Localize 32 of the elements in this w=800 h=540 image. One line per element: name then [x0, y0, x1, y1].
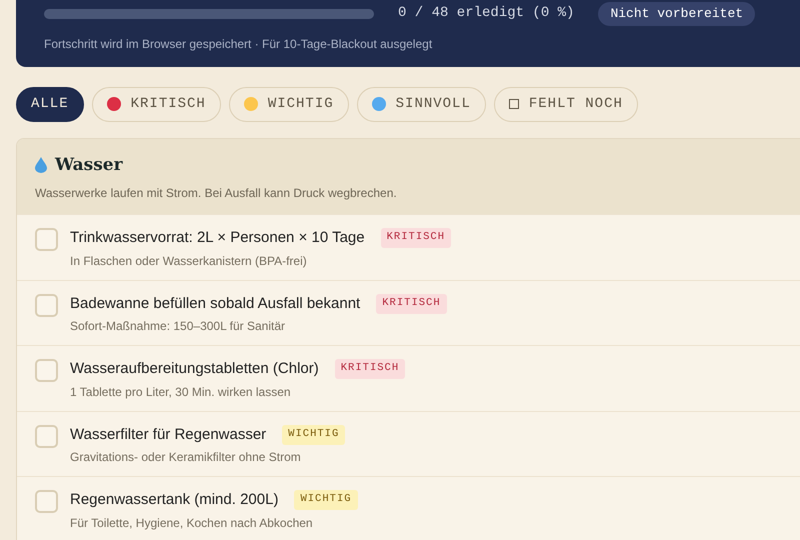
item-hint: Sofort-Maßnahme: 150–300L für Sanitär — [70, 318, 286, 335]
item-title: Regenwassertank (mind. 200L) — [70, 490, 278, 510]
item-title: Wasseraufbereitungstabletten (Chlor) — [70, 359, 319, 379]
priority-tag: KRITISCH — [376, 294, 447, 314]
progress-text: 0 / 48 erledigt (0 %) — [398, 4, 574, 24]
section-description: Wasserwerke laufen mit Strom. Bei Ausfall kann Druck wegbrechen. — [35, 185, 398, 202]
water-drop-icon — [35, 157, 47, 174]
checkbox[interactable] — [35, 490, 58, 513]
priority-tag: WICHTIG — [294, 490, 358, 510]
filter-chip[interactable]: WICHTIG — [228, 86, 349, 122]
checkbox[interactable] — [35, 228, 58, 251]
item-title: Trinkwasservorrat: 2L × Personen × 10 Tage — [70, 228, 365, 248]
priority-tag: KRITISCH — [334, 359, 406, 380]
status-badge: Nicht vorbereitet — [598, 2, 756, 26]
item-hint: Für Toilette, Hygiene, Kochen nach Abkochen — [70, 514, 314, 532]
item-title: Wasserfilter für Regenwasser — [70, 424, 266, 444]
section-title: Wasser — [55, 154, 123, 176]
filter-chip[interactable]: KRITISCH — [92, 86, 221, 122]
filter-chip[interactable]: FEHLT NOCH — [494, 86, 638, 122]
item-hint: 1 Tablette pro Liter, 30 Min. wirken lassen — [70, 384, 292, 400]
checkbox[interactable] — [35, 294, 58, 316]
item-title: Badewanne befüllen sobald Ausfall bekannt — [70, 294, 360, 314]
item-hint: In Flaschen oder Wasserkanistern (BPA-frei) — [70, 252, 308, 270]
filter-chip[interactable]: SINNVOLL — [356, 86, 486, 122]
checkbox[interactable] — [35, 424, 58, 448]
filter-chip[interactable]: ALLE — [16, 86, 84, 122]
item-hint: Gravitations- oder Keramikfilter ohne Strom — [70, 449, 302, 466]
priority-tag: KRITISCH — [380, 228, 452, 248]
priority-tag: WICHTIG — [282, 424, 346, 445]
checkbox[interactable] — [35, 359, 58, 382]
square-icon — [508, 99, 519, 109]
storage-note: Fortschritt wird im Browser gespeichert · Für 10-Tage-Blackout ausgelegt — [44, 36, 434, 52]
